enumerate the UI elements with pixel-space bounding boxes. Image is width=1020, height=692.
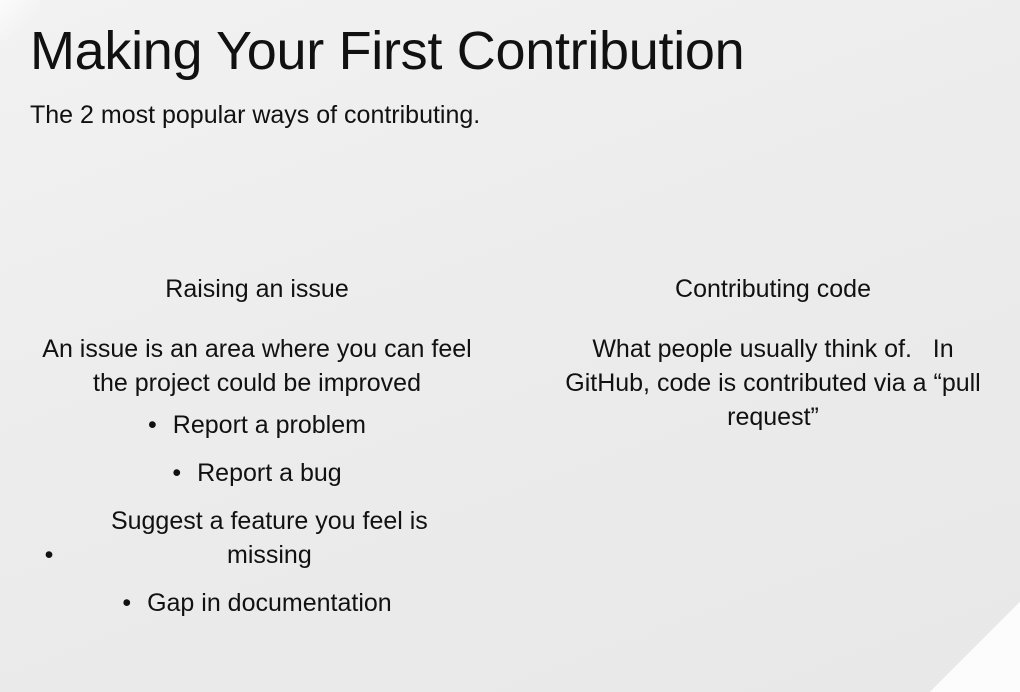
- column-contributing-code: Contributing code What people usually th…: [548, 272, 998, 442]
- bullet-icon: •: [122, 589, 132, 617]
- list-item: • Gap in documentation: [30, 586, 484, 620]
- bullet-icon: •: [44, 541, 54, 569]
- issue-bullet-list: • Report a problem • Report a bug • Suggest…: [30, 408, 484, 620]
- column-text-code-description: What people usually think of. In GitHub,…: [565, 335, 988, 431]
- column-heading-contributing-code: Contributing code: [675, 275, 871, 303]
- list-item: • Suggest a feature you feel is missing: [30, 504, 484, 572]
- bullet-text: Gap in documentation: [147, 589, 392, 617]
- column-text-issue-description: An issue is an area where you can feel t…: [42, 335, 472, 397]
- bullet-icon: •: [172, 459, 182, 487]
- bullet-text: Report a problem: [172, 411, 366, 439]
- bullet-text: Suggest a feature you feel is missing: [110, 507, 428, 569]
- bullet-text: Report a bug: [197, 459, 342, 487]
- slide-subtitle: The 2 most popular ways of contributing.: [30, 101, 481, 129]
- corner-decoration-bottom-right: [930, 602, 1020, 692]
- slide-title: Making Your First Contribution: [30, 21, 745, 81]
- list-item: • Report a bug: [30, 456, 484, 490]
- column-heading-raising-issue: Raising an issue: [165, 275, 349, 303]
- bullet-icon: •: [148, 411, 157, 439]
- slide: { "slide": { "title": "Making Your First…: [0, 0, 1020, 692]
- column-raising-issue: Raising an issue An issue is an area whe…: [30, 272, 484, 634]
- list-item: • Report a problem: [30, 408, 484, 442]
